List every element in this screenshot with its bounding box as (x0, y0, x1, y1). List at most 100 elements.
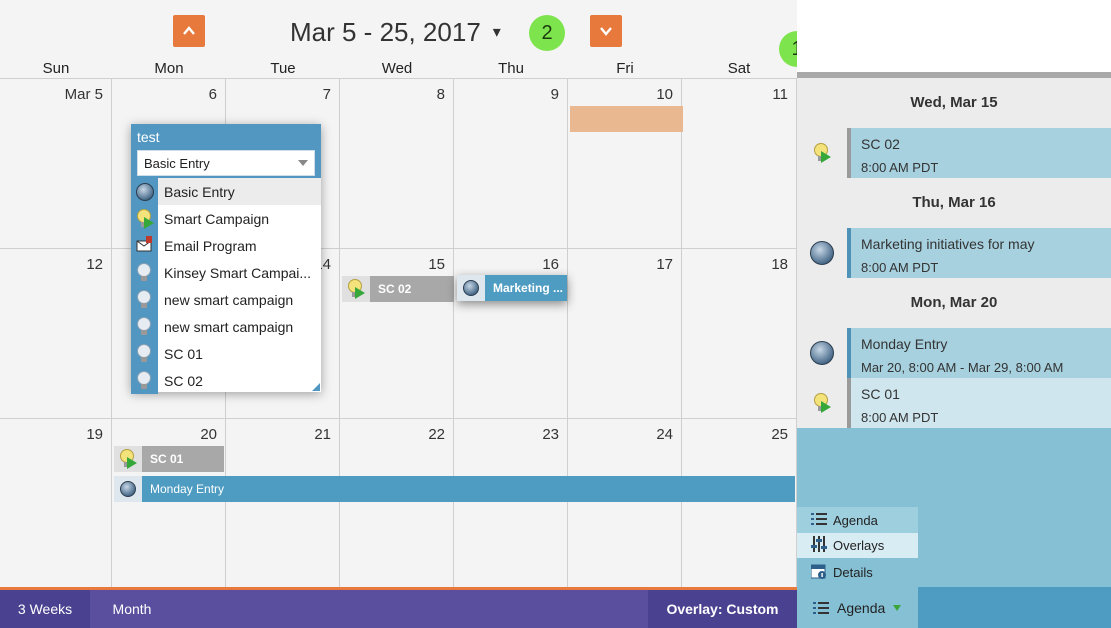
next-range-button[interactable] (590, 15, 622, 47)
view-switcher-button[interactable]: Agenda (797, 587, 918, 628)
agenda-item-body: SC 02 8:00 AM PDT (847, 128, 1111, 178)
view-menu-item-details[interactable]: Details (797, 558, 918, 587)
view-menu-item-overlays[interactable]: Overlays (797, 533, 918, 558)
popup-item-icon-cell (131, 259, 158, 286)
resize-handle-icon[interactable] (312, 383, 320, 391)
previous-range-button[interactable] (173, 15, 205, 47)
smart-campaign-icon (813, 393, 831, 413)
popup-item[interactable]: Smart Campaign (131, 205, 321, 232)
day-cell[interactable]: 8 (340, 79, 454, 249)
day-number: 24 (656, 426, 673, 443)
fri-mar-10-event-bar[interactable] (570, 106, 683, 132)
globe-icon (135, 182, 154, 201)
day-cell[interactable]: 23 (454, 419, 568, 588)
smart-campaign-icon (114, 446, 142, 472)
chevron-down-icon (600, 27, 612, 36)
dropdown-arrow-icon (298, 160, 308, 166)
day-number: 18 (771, 256, 788, 273)
agenda-item-time: 8:00 AM PDT (861, 410, 939, 425)
list-icon (813, 601, 829, 614)
day-number: 12 (86, 256, 103, 273)
three-weeks-tab[interactable]: 3 Weeks (0, 590, 90, 628)
day-cell[interactable]: 17 (568, 249, 682, 419)
agenda-item[interactable]: Monday Entry Mar 20, 8:00 AM - Mar 29, 8:… (797, 328, 1111, 378)
agenda-item[interactable]: SC 02 8:00 AM PDT (797, 128, 1111, 178)
popup-item[interactable]: Basic Entry (131, 178, 321, 205)
agenda-item-icon-cell (797, 228, 847, 278)
popup-item[interactable]: new smart campaign (131, 286, 321, 313)
day-cell[interactable]: 19 (0, 419, 112, 588)
popup-item[interactable]: SC 01 (131, 340, 321, 367)
globe-icon (114, 476, 142, 502)
globe-icon (810, 341, 834, 365)
agenda-item-icon-cell (797, 128, 847, 178)
event-monday-entry[interactable]: Monday Entry (114, 476, 795, 502)
day-cell[interactable]: 9 (454, 79, 568, 249)
agenda-item-time: Mar 20, 8:00 AM - Mar 29, 8:00 AM (861, 360, 1064, 375)
agenda-date-header: Mon, Mar 20 (797, 278, 1111, 328)
popup-item-icon-cell (131, 205, 158, 232)
day-number: 9 (550, 86, 559, 103)
popup-item-label: SC 02 (164, 372, 203, 389)
view-menu-item-label: Overlays (833, 538, 885, 553)
caret-down-icon: ▾ (492, 24, 501, 41)
day-cell[interactable]: 10 (568, 79, 682, 249)
popup-item-icon-cell (131, 286, 158, 313)
popup-item[interactable]: new smart campaign (131, 313, 321, 340)
calendar-info-icon (810, 563, 827, 582)
chevron-up-icon (183, 26, 195, 35)
day-cell[interactable]: 18 (682, 249, 797, 419)
entry-type-select[interactable]: Basic Entry (137, 150, 315, 176)
agenda-item-body: SC 01 8:00 AM PDT (847, 378, 1111, 428)
agenda-item[interactable]: SC 01 8:00 AM PDT (797, 378, 1111, 428)
day-cell[interactable]: 24 (568, 419, 682, 588)
day-cell[interactable]: 11 (682, 79, 797, 249)
day-number: 19 (86, 426, 103, 443)
calendar-grid: Mar 567891011121314151617181920212223242… (0, 78, 797, 588)
popup-item-icon-cell (131, 313, 158, 340)
day-cell[interactable]: 20 (112, 419, 226, 588)
day-cell[interactable]: 25 (682, 419, 797, 588)
range-title-dropdown[interactable]: Mar 5 - 25, 2017 ▾ (290, 15, 501, 49)
day-name-fri: Fri (616, 60, 634, 77)
event-label: SC 01 (150, 452, 184, 466)
popup-item-icon-cell (131, 340, 158, 367)
popup-item-icon-cell (131, 232, 158, 259)
day-number: 6 (208, 86, 217, 103)
popup-item-label: Email Program (164, 237, 257, 254)
day-number: 20 (200, 426, 217, 443)
popup-item-label: Kinsey Smart Campai... (164, 264, 312, 281)
day-number: 25 (771, 426, 788, 443)
month-tab[interactable]: Month (90, 590, 174, 628)
overlay-selector[interactable]: Overlay: Custom (648, 590, 797, 628)
popup-item-label: Basic Entry (164, 183, 235, 200)
day-cell[interactable]: 12 (0, 249, 112, 419)
view-menu-item-label: Details (833, 565, 873, 580)
day-number: 10 (656, 86, 673, 103)
event-sc01[interactable]: SC 01 (114, 446, 224, 472)
event-marketing[interactable]: Marketing ... (457, 275, 567, 301)
day-cell[interactable]: 15 (340, 249, 454, 419)
popup-item-icon-cell (131, 178, 158, 205)
bulb-icon (136, 370, 154, 391)
day-name-mon: Mon (154, 60, 184, 77)
popup-item-label: Smart Campaign (164, 210, 270, 227)
view-switcher-label: Agenda (837, 599, 886, 616)
day-name-wed: Wed (381, 60, 413, 77)
smart-campaign-icon (813, 143, 831, 163)
bulb-icon (136, 289, 154, 310)
day-cell[interactable]: 21 (226, 419, 340, 588)
agenda-item-body: Marketing initiatives for may 8:00 AM PDT (847, 228, 1111, 278)
event-sc02[interactable]: SC 02 (342, 276, 454, 302)
day-cell[interactable]: 22 (340, 419, 454, 588)
view-menu-item-agenda[interactable]: Agenda (797, 507, 918, 533)
agenda-item-time: 8:00 AM PDT (861, 160, 939, 175)
day-number: 16 (542, 256, 559, 273)
day-cell[interactable]: Mar 5 (0, 79, 112, 249)
popup-item[interactable]: Kinsey Smart Campai... (131, 259, 321, 286)
agenda-item[interactable]: Marketing initiatives for may 8:00 AM PDT (797, 228, 1111, 278)
popup-item[interactable]: Email Program (131, 232, 321, 259)
agenda-item-title: SC 02 (861, 136, 900, 152)
event-label: SC 02 (378, 282, 412, 296)
popup-item[interactable]: SC 02 (131, 367, 321, 394)
